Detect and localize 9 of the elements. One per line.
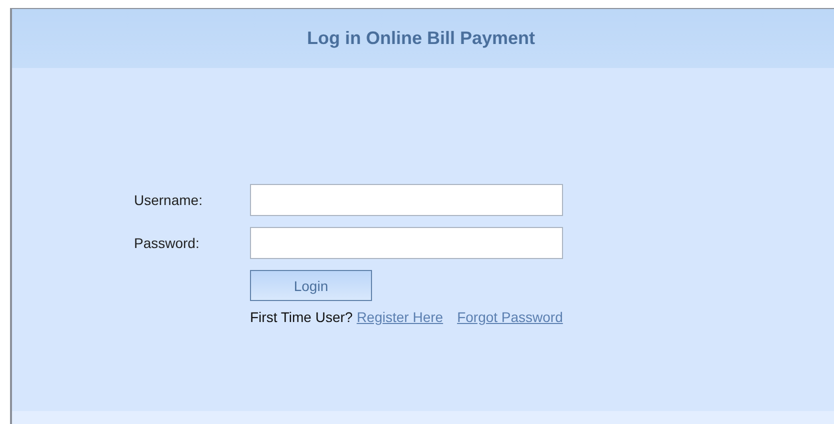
prompt-text: First Time User?	[250, 309, 353, 325]
input-field[interactable]	[250, 184, 563, 216]
login-button[interactable]: Login	[250, 270, 372, 301]
forgot-password-link[interactable]: Forgot Password	[457, 309, 563, 325]
field-label: Username:	[134, 192, 204, 208]
register-link[interactable]: Register Here	[356, 309, 444, 325]
panel-title: Log in Online Bill Payment	[306, 28, 536, 49]
input-field[interactable]	[250, 227, 563, 259]
field-label: Password:	[134, 235, 200, 251]
